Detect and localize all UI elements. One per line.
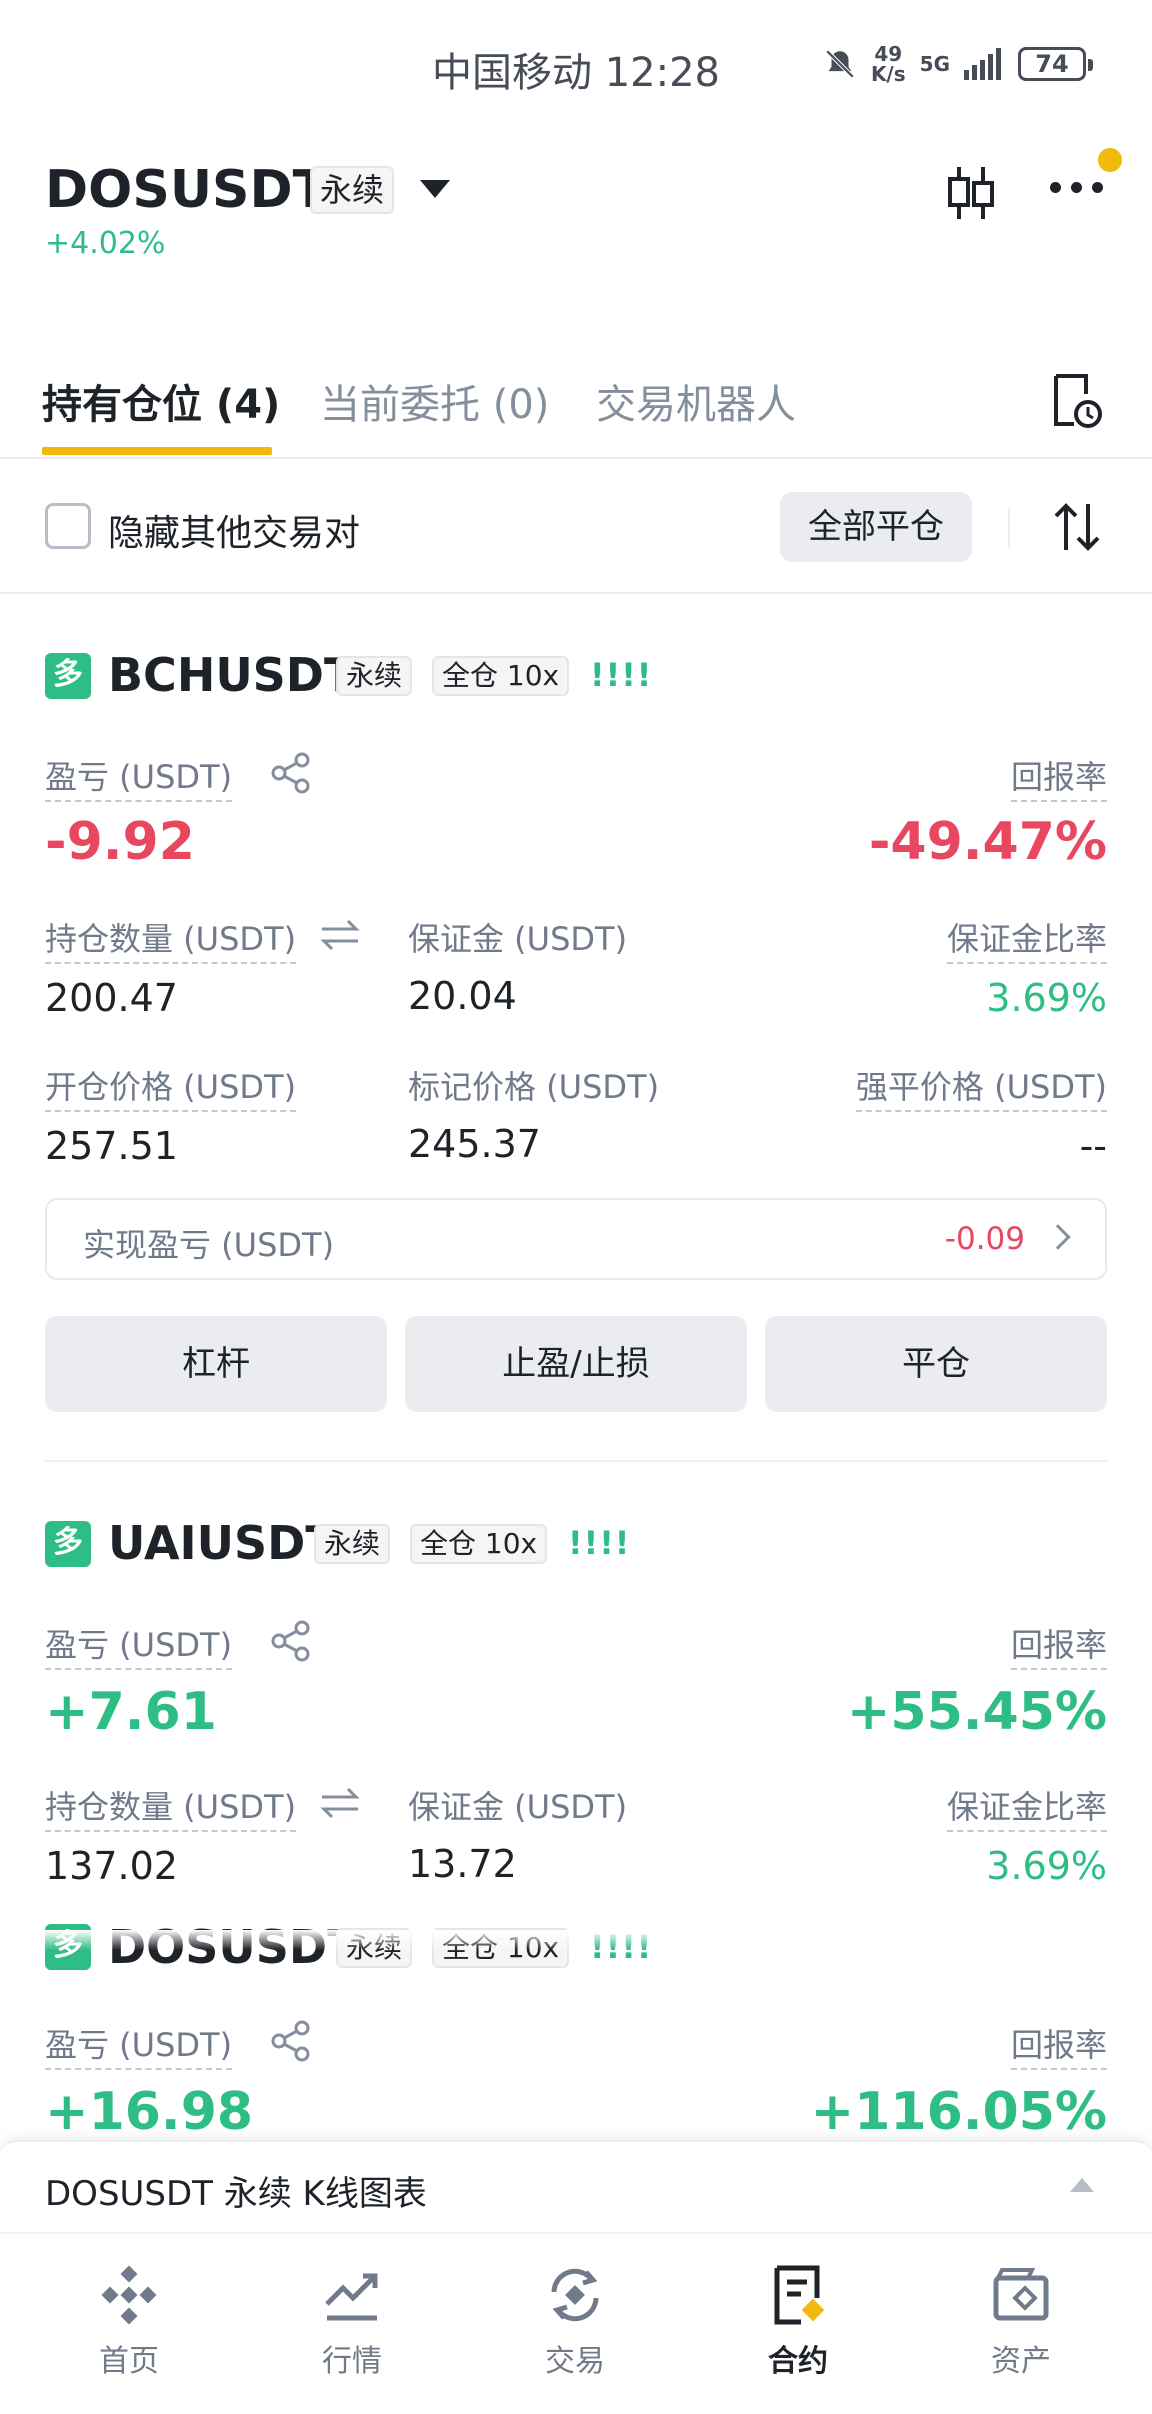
bell-mute-icon [825, 49, 855, 79]
tab-open-orders[interactable]: 当前委托 (0) [320, 372, 549, 430]
roe-label: 回报率 [1010, 1620, 1107, 1670]
share-icon[interactable] [270, 752, 312, 794]
share-icon[interactable] [270, 1620, 312, 1662]
roe-value: +116.05% [810, 2082, 1107, 2142]
symbol-dropdown-icon[interactable] [420, 180, 450, 198]
margin-ratio-value: 3.69% [986, 976, 1107, 1020]
leverage-button[interactable]: 杠杆 [45, 1316, 387, 1412]
home-icon [101, 2265, 157, 2325]
expand-up-icon[interactable] [1070, 2178, 1094, 2192]
margin-ratio-label: 保证金比率 [946, 914, 1107, 964]
more-options-icon[interactable] [1050, 182, 1103, 193]
tabs-divider [0, 457, 1152, 459]
mark-price-label: 标记价格 (USDT) [408, 1068, 660, 1106]
nav-trade[interactable]: 交易 [485, 2264, 665, 2380]
kline-chart-label: DOSUSDT 永续 K线图表 [45, 2174, 427, 2214]
margin-ratio-value: 3.69% [986, 1844, 1107, 1888]
roe-label: 回报率 [1010, 752, 1107, 802]
sort-icon[interactable] [1052, 500, 1102, 554]
close-position-button[interactable]: 平仓 [765, 1316, 1107, 1412]
roe-label: 回报率 [1010, 2020, 1107, 2070]
candlestick-chart-icon[interactable] [945, 165, 997, 221]
mark-price-value: 245.37 [408, 1122, 541, 1166]
adl-indicator: !!!! [568, 1524, 631, 1562]
size-value: 200.47 [45, 976, 178, 1020]
pnl-label: 盈亏 (USDT) [45, 2020, 233, 2070]
nav-home[interactable]: 首页 [39, 2264, 219, 2380]
margin-label: 保证金 (USDT) [408, 920, 628, 958]
realized-pnl-value: -0.09 [944, 1221, 1025, 1257]
signal-icon [964, 48, 1001, 80]
order-history-icon[interactable] [1050, 372, 1104, 430]
share-icon[interactable] [270, 2020, 312, 2062]
position-symbol[interactable]: UAIUSDT [108, 1516, 337, 1570]
size-label: 持仓数量 (USDT) [45, 914, 297, 964]
margin-label: 保证金 (USDT) [408, 1788, 628, 1826]
tab-trading-bots[interactable]: 交易机器人 [596, 372, 796, 430]
pnl-label: 盈亏 (USDT) [45, 1620, 233, 1670]
tab-positions[interactable]: 持有仓位 (4) [42, 372, 280, 430]
position-divider [45, 1460, 1107, 1462]
nav-markets[interactable]: 行情 [262, 2264, 442, 2380]
margin-value: 13.72 [408, 1842, 517, 1886]
pnl-value: -9.92 [45, 812, 195, 872]
kline-chart-drawer[interactable]: DOSUSDT 永续 K线图表 [0, 2140, 1152, 2232]
price-change: +4.02% [45, 226, 166, 261]
size-label: 持仓数量 (USDT) [45, 1782, 297, 1832]
bottom-navigation: 首页 行情 交易 合约 资产 [0, 2232, 1152, 2414]
size-value: 137.02 [45, 1844, 178, 1888]
pnl-value: +16.98 [45, 2082, 254, 2142]
battery-indicator: 74 [1018, 47, 1093, 81]
position-symbol[interactable]: BCHUSDT [108, 648, 355, 702]
chevron-right-icon [1045, 1224, 1071, 1250]
hide-other-pairs-label[interactable]: 隐藏其他交易对 [108, 504, 360, 556]
nav-futures[interactable]: 合约 [708, 2264, 888, 2380]
wallet-icon [993, 2268, 1049, 2321]
contract-type-tag: 永续 [336, 656, 413, 696]
contract-type-tag: 永续 [314, 1524, 391, 1564]
liq-price-value: -- [1079, 1124, 1107, 1168]
liq-price-label: 强平价格 (USDT) [855, 1062, 1107, 1112]
network-type: 5G [919, 52, 950, 76]
pnl-value: +7.61 [45, 1682, 217, 1742]
filter-divider-vertical [1008, 508, 1010, 548]
long-side-badge: 多 [45, 653, 91, 699]
nav-assets[interactable]: 资产 [931, 2264, 1111, 2380]
entry-price-label: 开仓价格 (USDT) [45, 1062, 297, 1112]
pnl-label: 盈亏 (USDT) [45, 752, 233, 802]
roe-value: -49.47% [868, 812, 1107, 872]
status-icons: 49 K/s 5G 74 [823, 42, 1093, 86]
swap-unit-icon[interactable] [320, 1786, 360, 1820]
margin-ratio-label: 保证金比率 [946, 1782, 1107, 1832]
futures-icon [774, 2265, 825, 2325]
entry-price-value: 257.51 [45, 1124, 178, 1168]
realized-pnl-row[interactable]: 实现盈亏 (USDT) -0.09 [45, 1198, 1107, 1280]
active-tab-indicator [42, 447, 272, 455]
close-all-button[interactable]: 全部平仓 [780, 492, 972, 562]
market-symbol[interactable]: DOSUSDT [45, 160, 328, 220]
notification-dot [1098, 148, 1122, 172]
markets-icon [325, 2273, 378, 2321]
margin-mode-tag: 全仓 10x [410, 1524, 548, 1564]
scroll-fade [0, 1930, 1152, 1950]
margin-mode-tag: 全仓 10x [432, 656, 570, 696]
hide-other-pairs-checkbox[interactable] [45, 503, 91, 549]
long-side-badge: 多 [45, 1521, 91, 1567]
tpsl-button[interactable]: 止盈/止损 [405, 1316, 747, 1412]
adl-indicator: !!!! [590, 656, 653, 694]
network-speed: 49 K/s [870, 42, 906, 86]
swap-unit-icon[interactable] [320, 918, 360, 952]
margin-value: 20.04 [408, 974, 517, 1018]
contract-type-tag: 永续 [310, 166, 395, 214]
filter-divider [0, 592, 1152, 594]
roe-value: +55.45% [846, 1682, 1107, 1742]
trade-icon [551, 2268, 599, 2322]
realized-pnl-label: 实现盈亏 (USDT) [83, 1226, 335, 1264]
